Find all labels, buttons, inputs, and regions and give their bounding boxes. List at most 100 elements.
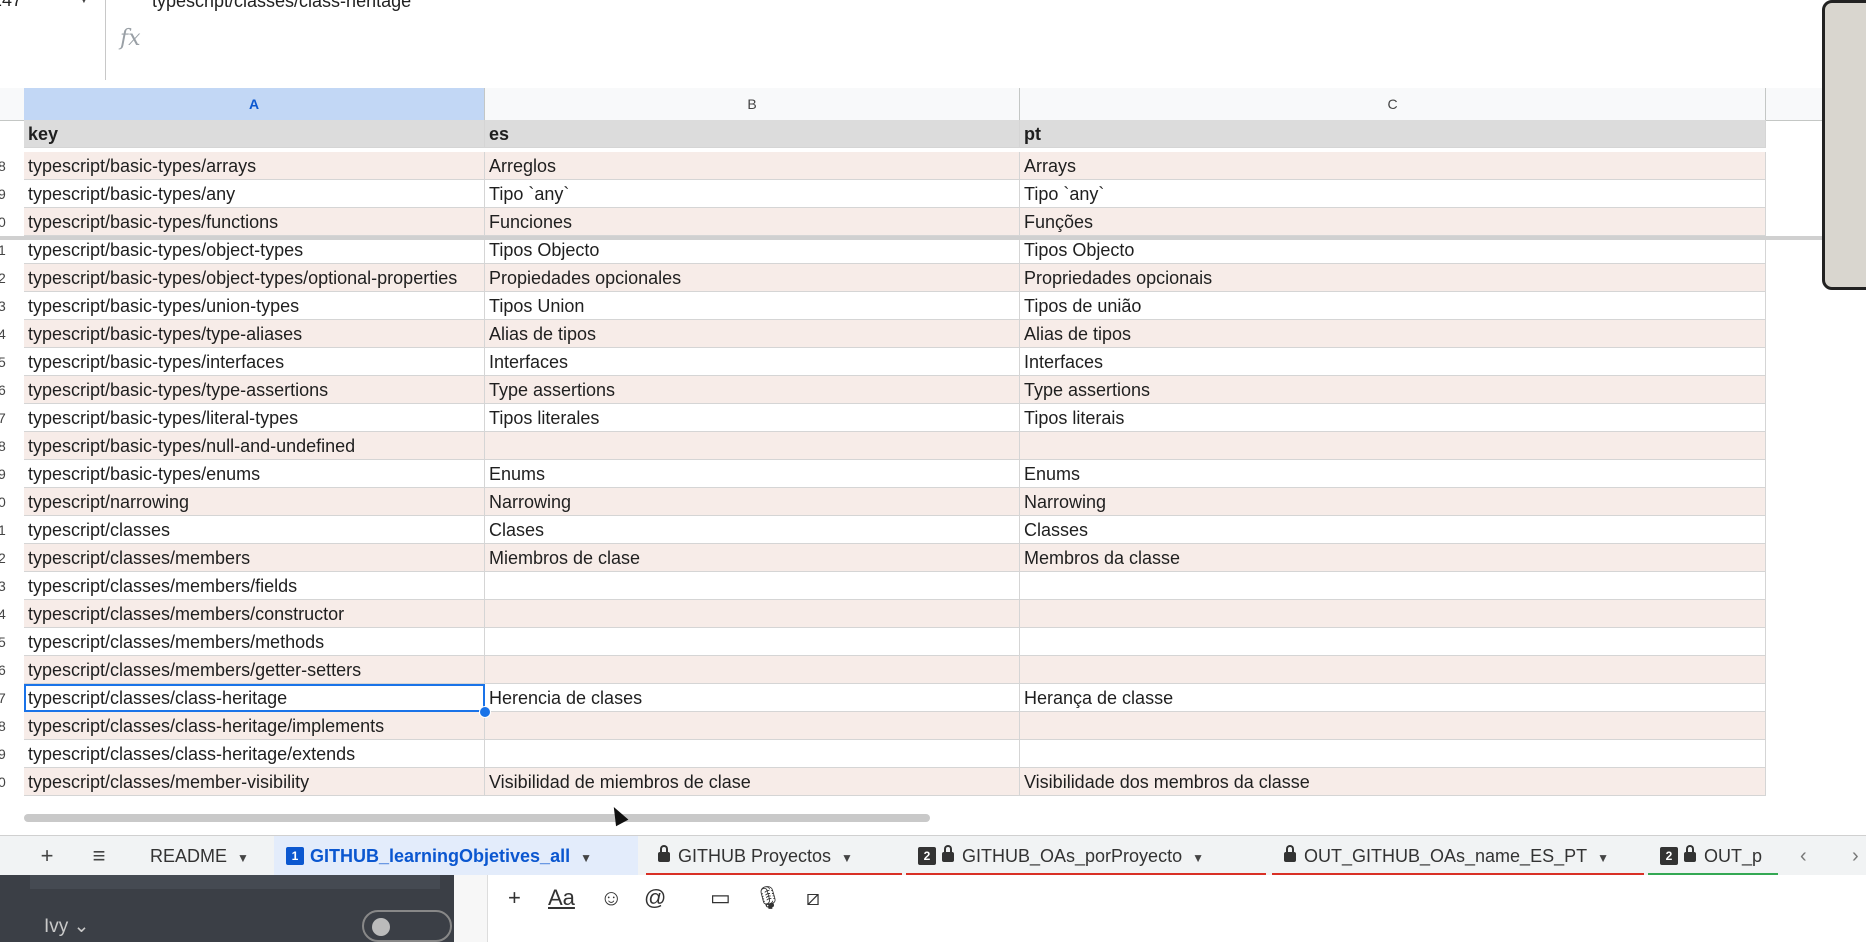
chevron-down-icon[interactable]: ▼ bbox=[580, 851, 592, 865]
chevron-down-icon[interactable]: ▼ bbox=[78, 0, 90, 6]
fill-handle[interactable] bbox=[479, 706, 491, 718]
cell-key[interactable]: typescript/classes/class-heritage/implem… bbox=[24, 712, 485, 740]
chat-sidebar-item[interactable] bbox=[30, 875, 440, 889]
row-number[interactable]: 9 bbox=[0, 466, 22, 482]
row-number[interactable]: 1 bbox=[0, 242, 22, 258]
cell-pt[interactable]: Interfaces bbox=[1020, 348, 1766, 376]
cell-pt[interactable]: Visibilidade dos membros da classe bbox=[1020, 768, 1766, 796]
cell-key[interactable]: typescript/basic-types/functions bbox=[24, 208, 485, 236]
cell-pt[interactable]: Type assertions bbox=[1020, 376, 1766, 404]
column-header-c[interactable]: C bbox=[1020, 88, 1766, 120]
cell-key[interactable]: typescript/classes bbox=[24, 516, 485, 544]
cell-es[interactable]: Alias de tipos bbox=[485, 320, 1020, 348]
cell-pt[interactable]: Tipos de união bbox=[1020, 292, 1766, 320]
mention-icon[interactable]: @ bbox=[644, 885, 666, 911]
row-number[interactable]: 8 bbox=[0, 718, 22, 734]
sheet-tab[interactable]: OUT_GITHUB_OAs_name_ES_PT ▼ bbox=[1272, 836, 1644, 876]
cell-es[interactable] bbox=[485, 572, 1020, 600]
cell-pt[interactable] bbox=[1020, 656, 1766, 684]
cell-pt[interactable]: Tipo `any` bbox=[1020, 180, 1766, 208]
cell-pt[interactable]: Alias de tipos bbox=[1020, 320, 1766, 348]
row-number[interactable]: 6 bbox=[0, 662, 22, 678]
cell-pt[interactable]: Funções bbox=[1020, 208, 1766, 236]
video-icon[interactable]: ▭ bbox=[710, 885, 731, 911]
row-number[interactable]: 9 bbox=[0, 746, 22, 762]
header-cell-pt[interactable]: pt bbox=[1020, 120, 1766, 148]
chevron-down-icon[interactable]: ▼ bbox=[1192, 851, 1204, 865]
header-cell-es[interactable]: es bbox=[485, 120, 1020, 148]
format-text-icon[interactable]: Aa bbox=[548, 885, 575, 911]
cell-key[interactable]: typescript/basic-types/union-types bbox=[24, 292, 485, 320]
cell-key[interactable]: typescript/narrowing bbox=[24, 488, 485, 516]
microphone-icon[interactable]: 🎙 bbox=[754, 885, 782, 911]
cell-es[interactable] bbox=[485, 628, 1020, 656]
row-number[interactable]: 3 bbox=[0, 298, 22, 314]
column-header-b[interactable]: B bbox=[485, 88, 1020, 120]
row-number[interactable]: 5 bbox=[0, 354, 22, 370]
scroll-tabs-right-icon[interactable]: › bbox=[1852, 836, 1859, 876]
row-number[interactable]: 2 bbox=[0, 550, 22, 566]
cell-pt[interactable]: Propriedades opcionais bbox=[1020, 264, 1766, 292]
cell-key[interactable]: typescript/classes/members/fields bbox=[24, 572, 485, 600]
cell-key[interactable]: typescript/basic-types/object-types bbox=[24, 236, 485, 264]
chevron-down-icon[interactable]: ▼ bbox=[1597, 851, 1609, 865]
column-header-a[interactable]: A bbox=[24, 88, 485, 120]
spreadsheet-grid[interactable]: A B C key es pt 8 typescript/basic-types/arr… bbox=[0, 88, 1866, 810]
row-number[interactable]: 7 bbox=[0, 690, 22, 706]
cell-es[interactable] bbox=[485, 600, 1020, 628]
row-number[interactable]: 2 bbox=[0, 270, 22, 286]
cell-es[interactable] bbox=[485, 740, 1020, 768]
row-number[interactable]: 7 bbox=[0, 410, 22, 426]
cell-pt[interactable] bbox=[1020, 572, 1766, 600]
cell-key[interactable]: typescript/classes/members/getter-setter… bbox=[24, 656, 485, 684]
cell-pt[interactable] bbox=[1020, 628, 1766, 656]
cell-key[interactable]: typescript/basic-types/literal-types bbox=[24, 404, 485, 432]
cell-pt[interactable]: Arrays bbox=[1020, 152, 1766, 180]
add-sheet-button[interactable]: + bbox=[32, 842, 62, 870]
cell-pt[interactable] bbox=[1020, 712, 1766, 740]
cell-es[interactable]: Tipos Union bbox=[485, 292, 1020, 320]
name-box[interactable]: 247 ▼ bbox=[0, 0, 104, 12]
cell-pt[interactable] bbox=[1020, 600, 1766, 628]
cell-pt[interactable]: Enums bbox=[1020, 460, 1766, 488]
header-cell-key[interactable]: key bbox=[24, 120, 485, 148]
cell-pt[interactable] bbox=[1020, 740, 1766, 768]
row-number[interactable]: 0 bbox=[0, 774, 22, 790]
cell-key[interactable]: typescript/basic-types/object-types/opti… bbox=[24, 264, 485, 292]
cell-es[interactable] bbox=[485, 712, 1020, 740]
cell-pt[interactable]: Narrowing bbox=[1020, 488, 1766, 516]
cell-es[interactable]: Clases bbox=[485, 516, 1020, 544]
row-number[interactable]: 3 bbox=[0, 578, 22, 594]
cell-key[interactable]: typescript/basic-types/arrays bbox=[24, 152, 485, 180]
cell-key[interactable]: typescript/classes/member-visibility bbox=[24, 768, 485, 796]
cell-es[interactable]: Type assertions bbox=[485, 376, 1020, 404]
emoji-icon[interactable]: ☺ bbox=[600, 885, 622, 911]
row-number[interactable]: 0 bbox=[0, 494, 22, 510]
sheet-tab[interactable]: 2 OUT_p bbox=[1648, 836, 1778, 876]
user-name[interactable]: Ivy ⌄ bbox=[44, 915, 89, 938]
chevron-down-icon[interactable]: ▼ bbox=[237, 851, 249, 865]
row-number[interactable]: 8 bbox=[0, 158, 22, 174]
frozen-row-divider[interactable] bbox=[0, 236, 1830, 240]
row-number[interactable]: 9 bbox=[0, 186, 22, 202]
cell-key[interactable]: typescript/classes/members/constructor bbox=[24, 600, 485, 628]
horizontal-scrollbar[interactable] bbox=[24, 814, 930, 822]
row-number[interactable]: 4 bbox=[0, 326, 22, 342]
chevron-down-icon[interactable]: ▼ bbox=[841, 851, 853, 865]
video-overlay[interactable] bbox=[1822, 0, 1866, 290]
cell-es[interactable]: Propiedades opcionales bbox=[485, 264, 1020, 292]
cell-es[interactable]: Funciones bbox=[485, 208, 1020, 236]
sheet-tab[interactable]: 2 GITHUB_OAs_porProyecto ▼ bbox=[906, 836, 1266, 876]
cell-key[interactable]: typescript/basic-types/null-and-undefine… bbox=[24, 432, 485, 460]
cell-es[interactable]: Arreglos bbox=[485, 152, 1020, 180]
cell-es[interactable]: Narrowing bbox=[485, 488, 1020, 516]
row-number[interactable]: 4 bbox=[0, 606, 22, 622]
row-number[interactable]: 5 bbox=[0, 634, 22, 650]
cell-es[interactable]: Interfaces bbox=[485, 348, 1020, 376]
sheet-tab[interactable]: README ▼ bbox=[138, 836, 266, 876]
cell-es[interactable]: Visibilidad de miembros de clase bbox=[485, 768, 1020, 796]
cell-pt[interactable]: Membros da classe bbox=[1020, 544, 1766, 572]
cell-pt[interactable] bbox=[1020, 432, 1766, 460]
cell-es[interactable]: Herencia de clases bbox=[485, 684, 1020, 712]
row-number[interactable]: 1 bbox=[0, 522, 22, 538]
